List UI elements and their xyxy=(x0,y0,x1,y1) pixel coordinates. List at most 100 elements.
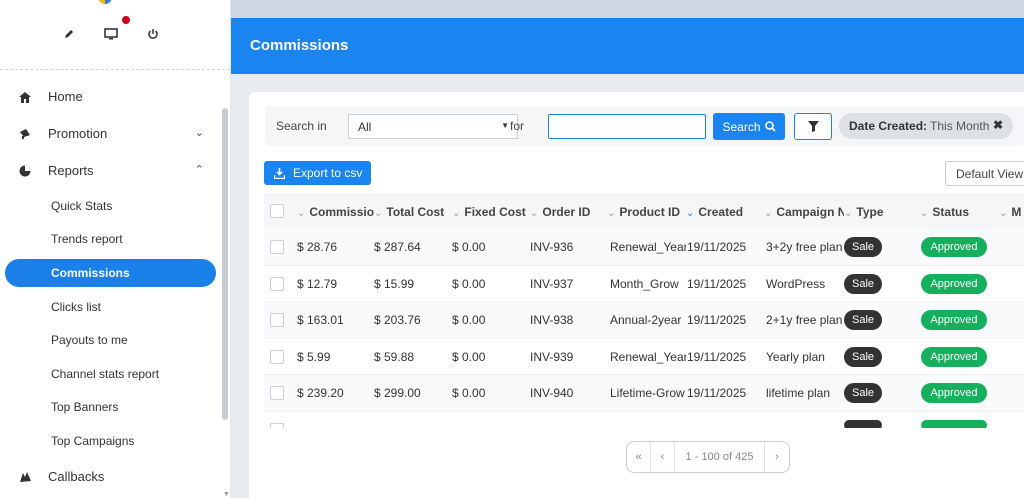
search-button-label: Search xyxy=(722,119,761,134)
sidebar-subitem-payouts[interactable]: Payouts to me xyxy=(0,324,222,358)
col-created[interactable]: ⌄ Created xyxy=(686,205,743,219)
filter-button[interactable] xyxy=(794,113,832,140)
type-badge: Sale xyxy=(844,237,882,257)
filter-bar: Search in All ▼ for Search Date Created:… xyxy=(265,106,1024,146)
row-checkbox[interactable] xyxy=(270,276,284,291)
table-row-partial[interactable] xyxy=(264,412,1024,428)
col-product-id[interactable]: ⌄ Product ID xyxy=(607,205,680,219)
page-header: Commissions xyxy=(231,18,1024,74)
callbacks-icon xyxy=(18,470,32,484)
content-card: Search in All ▼ for Search Date Created:… xyxy=(249,92,1024,498)
sort-icon: ⌄ xyxy=(764,208,773,219)
col-status[interactable]: ⌄ Status xyxy=(920,205,969,219)
caret-down-icon: ▼ xyxy=(501,121,509,130)
row-checkbox[interactable] xyxy=(270,313,284,327)
col-fixed-cost[interactable]: ⌄ Fixed Cost xyxy=(452,205,526,219)
table-row[interactable]: $ 163.01 $ 203.76 $ 0.00 INV-938 Annual-… xyxy=(264,302,1024,339)
cell-order-id: INV-939 xyxy=(530,349,574,364)
search-icon xyxy=(764,121,776,132)
search-in-select[interactable]: All ▼ xyxy=(348,114,518,139)
cell-product-id: Renewal_Yearl xyxy=(610,240,686,254)
prev-page-button[interactable]: ‹ xyxy=(651,442,675,472)
select-all-checkbox[interactable] xyxy=(270,204,284,218)
sidebar-item-reports[interactable]: Reports ⌃ xyxy=(0,152,222,189)
scroll-down-icon[interactable]: ▼ xyxy=(223,491,230,498)
type-badge: Sale xyxy=(844,310,882,330)
type-badge-partial xyxy=(844,419,882,428)
cell-order-id: INV-938 xyxy=(530,313,574,327)
cell-total-cost: $ 299.00 xyxy=(374,386,421,400)
page-range: 1 - 100 of 425 xyxy=(675,442,765,472)
commissions-table: ⌄ Commissio ⌄ Total Cost ⌄ Fixed Cost ⌄ Orde… xyxy=(264,193,1024,428)
status-badge: Approved xyxy=(921,273,987,294)
sidebar-item-home[interactable]: Home xyxy=(0,78,222,115)
cell-created: 19/11/2025 xyxy=(687,313,747,327)
col-order-id[interactable]: ⌄ Order ID xyxy=(530,205,590,219)
search-in-label: Search in xyxy=(276,119,327,133)
cell-commission: $ 12.79 xyxy=(297,276,338,291)
sidebar-subitem-channel-stats[interactable]: Channel stats report xyxy=(0,357,222,391)
cell-product-id: Annual-2year xyxy=(610,313,682,327)
col-commission[interactable]: ⌄ Commissio xyxy=(297,205,374,219)
search-input[interactable] xyxy=(548,114,706,139)
search-button[interactable]: Search xyxy=(713,113,785,140)
cell-order-id: INV-937 xyxy=(530,276,574,291)
sidebar-subitem-commissions[interactable]: Commissions xyxy=(5,259,216,287)
sidebar-subitem-top-banners[interactable]: Top Banners xyxy=(0,391,222,425)
sidebar: Home Promotion ⌄ Reports ⌃ Quick Stats T… xyxy=(0,0,231,498)
sort-icon: ⌄ xyxy=(920,208,929,219)
sort-icon: ⌄ xyxy=(530,208,539,219)
sidebar-item-promotion[interactable]: Promotion ⌄ xyxy=(0,115,222,152)
close-icon[interactable]: ✖ xyxy=(993,118,1003,132)
default-view-select[interactable]: Default View xyxy=(945,161,1024,186)
sidebar-subitem-trends-report[interactable]: Trends report xyxy=(0,223,222,257)
table-row[interactable]: $ 12.79 $ 15.99 $ 0.00 INV-937 Month_Gro… xyxy=(264,266,1024,302)
export-csv-button[interactable]: Export to csv xyxy=(264,161,371,185)
megaphone-icon xyxy=(18,127,32,141)
sidebar-item-label: Promotion xyxy=(48,126,108,141)
sort-icon: ⌄ xyxy=(374,208,383,219)
first-page-button[interactable]: « xyxy=(627,442,651,472)
type-badge: Sale xyxy=(844,383,882,403)
table-row[interactable]: $ 28.76 $ 287.64 $ 0.00 INV-936 Renewal_… xyxy=(264,229,1024,266)
cell-created: 19/11/2025 xyxy=(687,386,747,400)
for-label: for xyxy=(510,119,525,133)
home-icon xyxy=(18,90,32,104)
sidebar-subitem-top-campaigns[interactable]: Top Campaigns xyxy=(0,424,222,458)
cell-campaign: Yearly plan xyxy=(766,349,825,364)
sidebar-subitem-clicks-list[interactable]: Clicks list xyxy=(0,290,222,324)
cell-fixed-cost: $ 0.00 xyxy=(452,349,486,364)
type-badge: Sale xyxy=(844,346,882,367)
date-filter-chip[interactable]: Date Created: This Month ✖ xyxy=(839,113,1013,139)
col-type[interactable]: ⌄ Type xyxy=(844,205,884,219)
row-checkbox[interactable] xyxy=(270,422,284,428)
sort-desc-icon: ⌄ xyxy=(686,208,695,219)
next-page-button[interactable]: › xyxy=(765,442,789,472)
col-campaign[interactable]: ⌄ Campaign N xyxy=(764,205,844,219)
cell-total-cost: $ 15.99 xyxy=(374,276,415,291)
sidebar-scrollbar[interactable] xyxy=(222,108,228,420)
monitor-icon[interactable] xyxy=(103,26,119,42)
cell-commission: $ 239.20 xyxy=(297,386,344,400)
table-row[interactable]: $ 239.20 $ 299.00 $ 0.00 INV-940 Lifetim… xyxy=(264,375,1024,412)
row-checkbox[interactable] xyxy=(270,349,284,364)
cell-fixed-cost: $ 0.00 xyxy=(452,276,486,291)
status-badge: Approved xyxy=(921,310,987,330)
edit-icon[interactable] xyxy=(61,26,77,42)
col-more[interactable]: ⌄ M xyxy=(999,205,1021,219)
row-checkbox[interactable] xyxy=(270,386,284,400)
sidebar-nav: Home Promotion ⌄ Reports ⌃ Quick Stats T… xyxy=(0,78,222,495)
cell-created: 19/11/2025 xyxy=(687,349,747,364)
row-checkbox[interactable] xyxy=(270,240,284,254)
sidebar-item-callbacks[interactable]: Callbacks xyxy=(0,458,222,495)
cell-campaign: 2+1y free plan xyxy=(766,313,843,327)
power-icon[interactable] xyxy=(145,26,161,42)
cell-created: 19/11/2025 xyxy=(687,276,747,291)
cell-commission: $ 5.99 xyxy=(297,349,331,364)
sidebar-subitem-quick-stats[interactable]: Quick Stats xyxy=(0,189,222,223)
status-badge: Approved xyxy=(921,237,987,257)
col-total-cost[interactable]: ⌄ Total Cost xyxy=(374,205,444,219)
table-row[interactable]: $ 5.99 $ 59.88 $ 0.00 INV-939 Renewal_Ye… xyxy=(264,339,1024,375)
export-label: Export to csv xyxy=(293,166,363,180)
page-title: Commissions xyxy=(250,37,349,54)
